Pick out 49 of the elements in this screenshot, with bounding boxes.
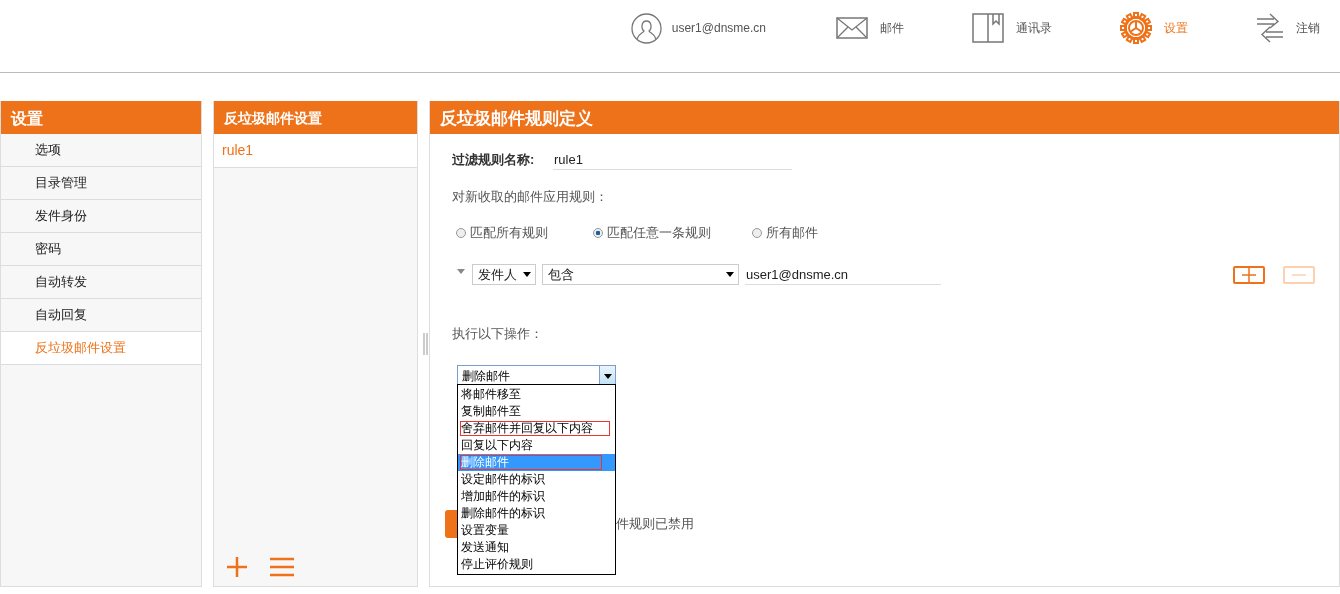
panel-title: 反垃圾邮件规则定义 [430,101,1339,134]
dropdown-option[interactable]: 增加邮件的标识 [458,488,615,505]
caret-icon [603,373,612,379]
add-icon[interactable] [226,556,248,578]
sidebar-item[interactable]: 选项 [1,134,201,167]
minus-icon [1292,273,1306,276]
dropdown-option[interactable]: 停止评价规则 [458,556,615,573]
action-select[interactable]: 删除邮件 [457,365,616,387]
dropdown-option[interactable]: 设定邮件的标识 [458,471,615,488]
plus-icon [1242,267,1256,282]
caret-icon[interactable] [457,268,465,275]
match-radio[interactable]: 匹配任意一条规则 [593,224,752,242]
sidebar-item[interactable]: 自动转发 [1,266,201,299]
menu-icon[interactable] [270,557,294,577]
field-label: 过滤规则名称: [452,151,536,169]
dropdown-option[interactable]: 删除邮件的标识 [458,505,615,522]
dropdown-option[interactable]: 复制邮件至 [458,403,615,420]
swap-icon [1256,13,1284,43]
caret-icon [523,272,531,277]
panel-title: 反垃圾邮件设置 [214,101,417,134]
field-select[interactable]: 发件人 [472,264,536,285]
operator-select[interactable]: 包含 [542,264,739,285]
match-radio[interactable]: 匹配所有规则 [456,224,593,242]
rule-name-field[interactable]: rule1 [553,150,792,170]
sidebar-item[interactable]: 密码 [1,233,201,266]
panel-title: 设置 [1,101,201,134]
gear-icon [1120,12,1152,44]
mail-icon [836,17,868,39]
dropdown-option[interactable]: 发送通知 [458,539,615,556]
nav-link[interactable]: 注销 [1296,19,1320,37]
dropdown-option[interactable]: 回复以下内容 [458,437,615,454]
user-email: user1@dnsme.cn [671,21,766,35]
sidebar-item[interactable]: 发件身份 [1,200,201,233]
splitter-handle[interactable] [423,333,428,355]
status-text: 件规则已禁用 [616,515,694,533]
dropdown-option[interactable]: 设置变量 [458,522,615,539]
section-label: 执行以下操作： [452,326,543,341]
match-radio[interactable]: 所有邮件 [752,224,872,242]
nav-link[interactable]: 通讯录 [1016,19,1052,37]
sidebar-item[interactable]: 目录管理 [1,167,201,200]
caret-icon [726,272,734,277]
nav-link[interactable]: 邮件 [880,19,904,37]
user-avatar-icon [630,12,662,44]
add-condition-button[interactable] [1233,265,1265,284]
dropdown-option[interactable]: 将邮件移至 [458,386,615,403]
condition-value-field[interactable]: user1@dnsme.cn [745,264,941,285]
remove-condition-button[interactable] [1283,265,1315,284]
book-icon [972,12,1004,44]
section-label: 对新收取的邮件应用规则： [452,189,608,204]
